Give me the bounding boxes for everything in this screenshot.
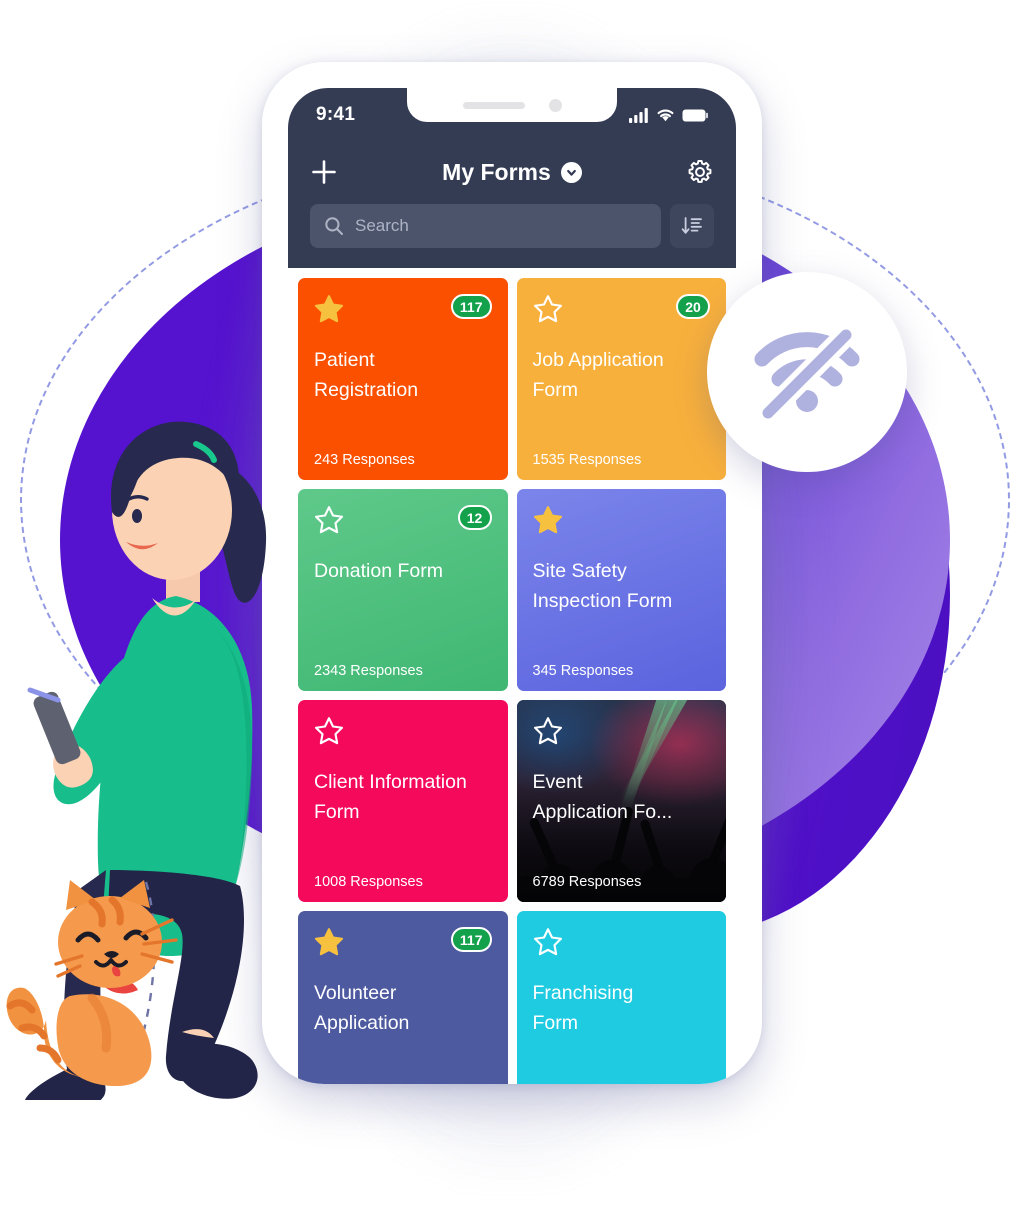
favorite-star-button[interactable] bbox=[533, 716, 563, 751]
star-outline-icon bbox=[533, 717, 562, 745]
sort-descending-icon bbox=[681, 217, 702, 234]
star-filled-icon bbox=[533, 506, 562, 534]
wifi-off-icon bbox=[754, 324, 860, 424]
sort-button[interactable] bbox=[670, 204, 714, 248]
form-card[interactable]: 117Volunteer Application243 Responses bbox=[298, 911, 508, 1084]
settings-button[interactable] bbox=[686, 158, 714, 186]
wifi-icon bbox=[657, 109, 674, 122]
new-responses-badge: 20 bbox=[676, 294, 710, 319]
earpiece-speaker bbox=[462, 101, 525, 109]
form-title: Site Safety Inspection Form bbox=[532, 560, 673, 613]
offline-indicator bbox=[707, 272, 907, 472]
form-card[interactable]: Client Information Form 1008 Responses bbox=[298, 700, 508, 902]
form-response-count: 6789 Responses bbox=[532, 874, 642, 890]
orange-cat-illustration bbox=[6, 880, 178, 1086]
form-title: Event Application Fo... bbox=[532, 771, 673, 824]
form-card[interactable]: 12 Donation Form 2343 Responses bbox=[298, 489, 508, 691]
form-card[interactable]: Site Safety Inspection Form 345 Responses bbox=[516, 489, 726, 691]
phone-notch bbox=[407, 88, 617, 122]
forms-title-dropdown[interactable]: My Forms bbox=[442, 159, 582, 186]
form-title: Patient Registration bbox=[314, 349, 419, 402]
form-title: Donation Form bbox=[314, 560, 443, 582]
form-response-count: 345 Responses bbox=[532, 663, 634, 679]
new-responses-badge: 117 bbox=[450, 294, 492, 319]
form-title: Volunteer Application bbox=[314, 982, 410, 1035]
page-title: My Forms bbox=[442, 158, 551, 185]
star-outline-icon bbox=[533, 928, 562, 956]
form-card[interactable]: 20 Job Application Form 1535 Responses bbox=[516, 278, 726, 480]
phone-device: 9:41 My Forms Search 117 Patient Registr… bbox=[262, 62, 762, 1084]
favorite-star-button[interactable] bbox=[533, 294, 563, 329]
form-title: Franchising Form bbox=[532, 982, 634, 1035]
star-filled-icon bbox=[314, 295, 344, 323]
search-input[interactable]: Search bbox=[310, 204, 661, 248]
battery-icon bbox=[682, 109, 708, 121]
status-bar-icons bbox=[629, 107, 708, 123]
form-response-count: 2343 Responses bbox=[314, 663, 423, 679]
favorite-star-button[interactable] bbox=[533, 505, 563, 540]
cellular-signal-icon bbox=[629, 107, 648, 123]
status-bar-clock: 9:41 bbox=[316, 104, 356, 125]
add-form-button[interactable] bbox=[310, 158, 338, 186]
form-title: Client Information Form bbox=[314, 771, 467, 824]
eye bbox=[132, 509, 142, 523]
search-placeholder: Search bbox=[355, 216, 409, 235]
search-toolbar: Search bbox=[288, 196, 736, 268]
form-title: Job Application Form bbox=[532, 349, 664, 402]
form-response-count: 1535 Responses bbox=[532, 452, 642, 468]
form-response-count: 243 Responses bbox=[314, 452, 415, 468]
status-bar: 9:41 bbox=[288, 88, 736, 142]
form-response-count: 1008 Responses bbox=[314, 874, 423, 890]
new-responses-badge: 117 bbox=[450, 927, 492, 952]
form-card[interactable]: Franchising Form1535 Responses bbox=[516, 911, 726, 1084]
forms-grid: 117 Patient Registration 243 Responses 20 Jo… bbox=[288, 268, 736, 1084]
favorite-star-button[interactable] bbox=[314, 294, 344, 329]
scene: 9:41 My Forms Search 117 Patient Registr… bbox=[0, 0, 1022, 1208]
form-card[interactable]: Event Application Fo... 6789 Responses bbox=[516, 700, 726, 902]
phone-screen: 9:41 My Forms Search 117 Patient Registr… bbox=[288, 88, 736, 1084]
search-icon bbox=[325, 217, 343, 235]
star-outline-icon bbox=[533, 295, 562, 323]
chevron-down-icon bbox=[560, 161, 582, 183]
new-responses-badge: 12 bbox=[457, 505, 492, 530]
app-navigation-bar: My Forms bbox=[288, 142, 736, 196]
favorite-star-button[interactable] bbox=[533, 927, 563, 962]
form-card[interactable]: 117 Patient Registration 243 Responses bbox=[298, 278, 508, 480]
front-camera bbox=[548, 98, 562, 112]
plus-icon bbox=[312, 160, 336, 184]
gear-icon bbox=[688, 160, 712, 183]
